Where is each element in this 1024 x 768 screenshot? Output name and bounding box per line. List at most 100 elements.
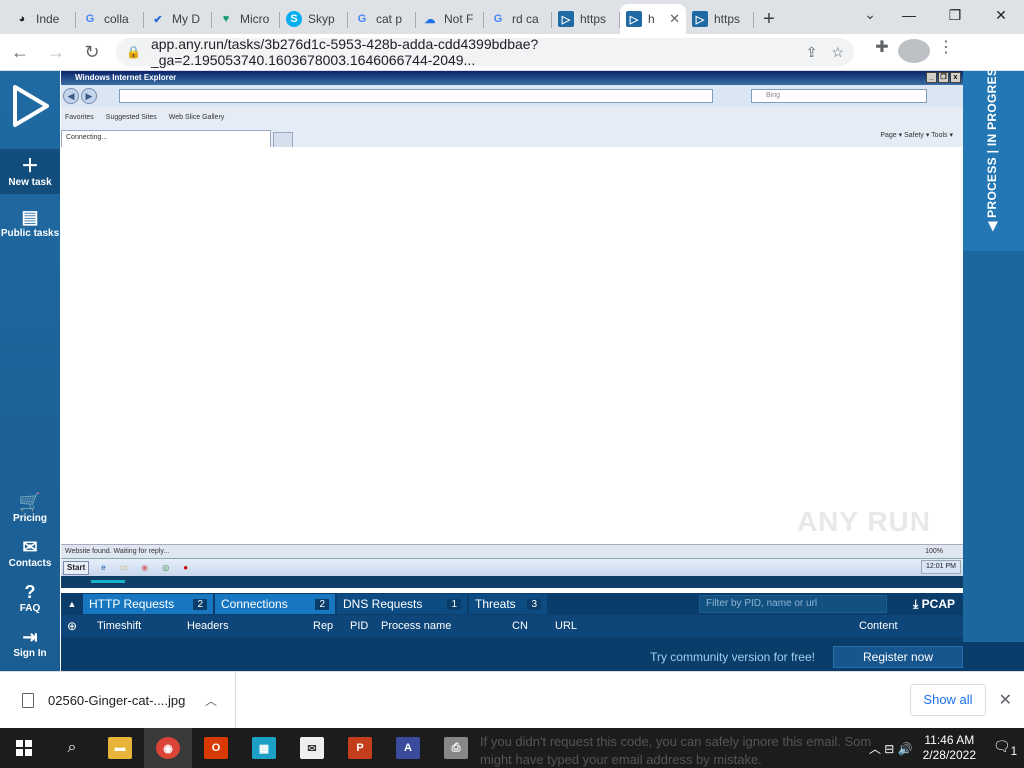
minimize-button[interactable]: — [886,0,932,30]
new-tab-button[interactable]: + [754,4,784,34]
col-url[interactable]: URL [555,620,577,632]
col-timeshift[interactable]: Timeshift [97,620,141,632]
menu-icon[interactable]: ⋮ [930,37,962,68]
browser-tab[interactable]: Gcolla [76,4,144,34]
ie-title-bar: Windows Internet Explorer _ ❐ x [61,71,963,85]
register-now-button[interactable]: Register now [833,645,963,668]
forward-button[interactable]: → [40,36,72,68]
vm-alert-icon[interactable]: ● [183,563,188,572]
ie-minimize-button[interactable]: _ [926,72,937,83]
sidebar-item-new-task[interactable]: ＋ New task [0,149,60,194]
ie-command-bar[interactable]: Page ▾ Safety ▾ Tools ▾ [880,131,953,139]
ie-tab[interactable]: Connecting... [61,130,271,147]
process-status-toggle[interactable]: ◀ PROCESS | IN PROGRESS [963,59,1024,251]
browser-tab[interactable]: ▷ https [552,4,620,34]
sidebar-item-faq[interactable]: ? FAQ [0,575,60,620]
browser-tab[interactable]: ♥ Micro [212,4,280,34]
tab-http-requests[interactable]: HTTP Requests 2 [83,594,213,614]
sign-in-icon: ⇥ [22,627,38,647]
google-icon: G [357,13,367,25]
ie-forward-icon[interactable]: ▶ [81,88,97,104]
tab-threats[interactable]: Threats 3 [469,594,547,614]
ie-page-content[interactable]: ANY RUN [61,147,963,544]
download-item[interactable]: 02560-Ginger-cat-....jpg ︿ [0,671,236,729]
vm-start-button[interactable]: Start [63,560,90,575]
ie-suggested-sites[interactable]: Suggested Sites [106,114,157,121]
browser-tab[interactable]: S Skyp [280,4,348,34]
col-cn[interactable]: CN [512,620,528,632]
browser-tab[interactable]: ☁ Not F [416,4,484,34]
sidebar-item-public-tasks[interactable]: ▤ Public tasks [0,200,60,245]
browser-tab[interactable]: Gcat p [348,4,416,34]
vpn-app-icon[interactable]: A [384,728,432,768]
tab-dns-requests[interactable]: DNS Requests 1 [337,594,467,614]
filter-input[interactable]: Filter by PID, name or url [699,595,887,613]
vm-screen[interactable]: Windows Internet Explorer _ ❐ x ◀ ▶ Bing… [61,71,963,588]
try-community-link[interactable]: Try community version for free! [650,650,815,664]
vm-media-icon[interactable]: ◉ [141,563,148,572]
vm-ie-icon[interactable]: e [101,563,105,572]
bookmark-star-icon[interactable]: ☆ [831,44,844,61]
chrome-icon[interactable]: ◉ [144,728,192,768]
maximize-button[interactable]: ❐ [932,0,978,30]
office-icon[interactable]: O [192,728,240,768]
anyrun-logo[interactable] [0,71,60,141]
network-table-header: ⊕ Timeshift Headers Rep PID Process name… [61,615,963,637]
globe-icon[interactable]: ⊕ [61,619,83,633]
ie-web-slice-gallery[interactable]: Web Slice Gallery [169,114,225,121]
col-content[interactable]: Content [859,620,898,632]
sidebar-item-sign-in[interactable]: ⇥ Sign In [0,620,60,665]
col-pid[interactable]: PID [350,620,368,632]
search-icon[interactable]: ⌕ [48,728,96,768]
file-explorer-icon[interactable]: ▬ [96,728,144,768]
building-app-icon[interactable]: ▦ [240,728,288,768]
profile-avatar[interactable] [898,37,930,68]
tab-search-icon[interactable]: ⌄ [864,6,876,23]
tray-icons[interactable]: ︿ ⊟ 🔊 [869,740,913,757]
extensions-icon[interactable]: ✚ [866,37,898,68]
ie-zoom[interactable]: 100% [925,545,943,558]
col-rep[interactable]: Rep [313,620,333,632]
printer-app-icon[interactable]: ⎙ [432,728,480,768]
ie-search-field[interactable]: Bing [751,89,927,103]
anyrun-logo-icon [13,85,49,127]
browser-tab[interactable]: Grd ca [484,4,552,34]
show-all-button[interactable]: Show all [910,684,986,716]
notification-icon[interactable]: 🗨1 [990,738,1020,758]
windows-start-icon[interactable] [0,728,48,768]
vm-folder-icon[interactable]: ▭ [120,563,128,572]
share-icon[interactable]: ⇪ [806,44,818,61]
browser-tab[interactable]: ✔ My D [144,4,212,34]
ie-back-icon[interactable]: ◀ [63,88,79,104]
mail-app-icon[interactable]: ✉ [288,728,336,768]
ie-new-tab[interactable] [273,132,293,147]
powerpoint-icon[interactable]: P [336,728,384,768]
browser-tab[interactable]: ◕ Inde [8,4,76,34]
close-tab-icon[interactable]: ✕ [669,11,680,27]
close-download-bar-icon[interactable]: ✕ [999,690,1012,710]
google-icon: G [493,13,503,25]
tab-connections[interactable]: Connections 2 [215,594,335,614]
panel-collapse-icon[interactable]: ▲ [61,599,83,609]
ie-favorites-button[interactable]: Favorites [65,114,94,121]
back-button[interactable]: ← [4,36,36,68]
col-process-name[interactable]: Process name [381,620,451,632]
address-bar[interactable]: 🔒 app.any.run/tasks/3b276d1c-5953-428b-a… [116,36,854,68]
reload-button[interactable]: ↻ [76,36,108,68]
ie-status-bar: Website found. Waiting for reply... 100% [61,544,963,558]
sidebar-item-contacts[interactable]: ✉ Contacts [0,530,60,575]
network-panel: ▲ HTTP Requests 2 Connections 2 DNS Reques… [61,593,963,642]
vm-chrome-icon[interactable]: ◎ [162,563,169,572]
sidebar-item-pricing[interactable]: 🛒 Pricing [0,485,60,530]
ie-address-field[interactable] [119,89,713,103]
browser-tab[interactable]: ▷ https [686,4,754,34]
clock[interactable]: 11:46 AM 2/28/2022 [923,733,976,763]
ie-restore-button[interactable]: ❐ [938,72,949,83]
footer-right-fill [963,642,1024,671]
browser-tab[interactable]: ▷ h ✕ [620,4,686,34]
chevron-up-icon[interactable]: ︿ [205,692,217,709]
col-headers[interactable]: Headers [187,620,229,632]
ie-close-button[interactable]: x [950,72,961,83]
close-window-button[interactable]: ✕ [978,0,1024,30]
pcap-download-button[interactable]: ⤓ PCAP [913,597,955,612]
